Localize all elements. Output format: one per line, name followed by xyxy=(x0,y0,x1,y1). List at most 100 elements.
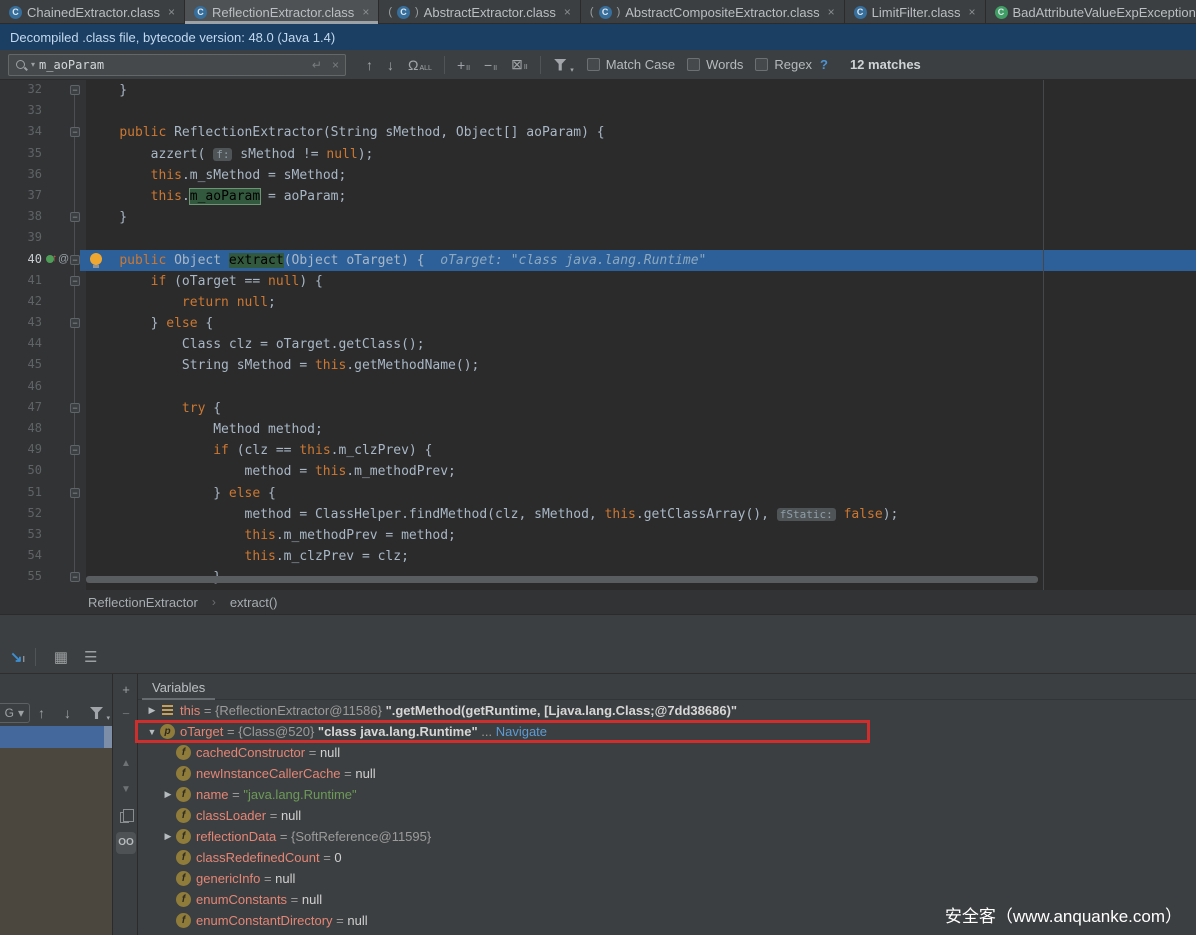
code-line-34[interactable]: 34− public ReflectionExtractor(String sM… xyxy=(0,122,1196,143)
tab-AbstractExtractor.class[interactable]: (C)AbstractExtractor.class× xyxy=(379,0,581,24)
frames-scrollbar[interactable] xyxy=(104,726,112,748)
match-case-checkbox[interactable] xyxy=(587,58,600,71)
add-selection-button[interactable]: +II xyxy=(457,57,470,73)
code-line-47[interactable]: 47− try { xyxy=(0,398,1196,419)
code-line-53[interactable]: 53 this.m_methodPrev = method; xyxy=(0,525,1196,546)
expand-icon[interactable]: ▶ xyxy=(144,705,160,716)
force-step-into-icon[interactable]: ↘I xyxy=(10,648,25,666)
add-watch-icon[interactable]: + xyxy=(113,682,139,697)
frames-filter-icon[interactable] xyxy=(90,707,103,719)
regex-help-icon[interactable]: ? xyxy=(820,57,828,72)
frame-up-icon[interactable]: ↑ xyxy=(38,705,45,721)
variable-row-oTarget[interactable]: ▼poTarget = {Class@520} "class java.lang… xyxy=(138,721,1196,742)
selected-frame-row[interactable] xyxy=(0,726,104,748)
tab-close-icon[interactable]: × xyxy=(168,5,175,19)
expand-icon[interactable]: ▶ xyxy=(160,831,176,842)
fold-marker[interactable]: − xyxy=(70,255,80,265)
code-line-51[interactable]: 51− } else { xyxy=(0,483,1196,504)
search-icon[interactable] xyxy=(15,59,27,71)
navigate-link[interactable]: Navigate xyxy=(496,724,547,739)
code-line-50[interactable]: 50 method = this.m_methodPrev; xyxy=(0,461,1196,482)
tab-close-icon[interactable]: × xyxy=(968,5,975,19)
fold-marker[interactable]: − xyxy=(70,445,80,455)
breadcrumb-method[interactable]: extract() xyxy=(230,595,278,610)
code-line-33[interactable]: 33 xyxy=(0,101,1196,122)
newline-icon[interactable]: ↵ xyxy=(312,58,322,72)
thread-dropdown[interactable]: G ▾ xyxy=(0,703,30,723)
code-line-38[interactable]: 38− } xyxy=(0,207,1196,228)
move-watch-down-icon[interactable]: ▼ xyxy=(113,784,139,795)
tab-variables[interactable]: Variables xyxy=(142,674,215,700)
fold-marker[interactable]: − xyxy=(70,572,80,582)
code-line-40[interactable]: 40↑@− public Object extract(Object oTarg… xyxy=(0,250,1196,271)
remove-watch-icon[interactable]: − xyxy=(113,706,139,721)
code-line-52[interactable]: 52 method = ClassHelper.findMethod(clz, … xyxy=(0,504,1196,525)
code-line-41[interactable]: 41− if (oTarget == null) { xyxy=(0,271,1196,292)
code-segment: else xyxy=(166,316,197,331)
variable-row-newInstanceCallerCache[interactable]: fnewInstanceCallerCache = null xyxy=(138,763,1196,784)
code-line-48[interactable]: 48 Method method; xyxy=(0,419,1196,440)
show-watches-icon[interactable]: OO xyxy=(116,832,136,854)
breadcrumb-class[interactable]: ReflectionExtractor xyxy=(88,595,198,610)
layout-grid-icon[interactable]: ▦ xyxy=(54,648,68,666)
move-watch-up-icon[interactable]: ▲ xyxy=(113,758,139,769)
intention-bulb-icon[interactable] xyxy=(90,253,102,265)
code-line-54[interactable]: 54 this.m_clzPrev = clz; xyxy=(0,546,1196,567)
variable-row-reflectionData[interactable]: ▶freflectionData = {SoftReference@11595} xyxy=(138,826,1196,847)
variable-row-classLoader[interactable]: fclassLoader = null xyxy=(138,805,1196,826)
code-line-35[interactable]: 35 azzert( f: sMethod != null); xyxy=(0,144,1196,165)
code-line-42[interactable]: 42 return null; xyxy=(0,292,1196,313)
clear-search-icon[interactable]: × xyxy=(332,58,339,72)
code-line-37[interactable]: 37 this.m_aoParam = aoParam; xyxy=(0,186,1196,207)
code-line-49[interactable]: 49− if (clz == this.m_clzPrev) { xyxy=(0,440,1196,461)
horizontal-scrollbar[interactable] xyxy=(86,576,1038,583)
tab-close-icon[interactable]: × xyxy=(362,5,369,19)
variable-row-cachedConstructor[interactable]: fcachedConstructor = null xyxy=(138,742,1196,763)
fold-marker[interactable]: − xyxy=(70,276,80,286)
toggle-selection-button[interactable]: ⊠II xyxy=(511,56,528,73)
code-line-46[interactable]: 46 xyxy=(0,377,1196,398)
variable-row-this[interactable]: ▶this = {ReflectionExtractor@11586} ".ge… xyxy=(138,700,1196,721)
next-occurrence-button[interactable]: ↓ xyxy=(387,57,394,73)
frame-down-icon[interactable]: ↓ xyxy=(64,705,71,721)
words-checkbox[interactable] xyxy=(687,58,700,71)
tab-BadAttributeValueExpException.java[interactable]: CBadAttributeValueExpException.java× xyxy=(986,0,1196,24)
variable-row-classRedefinedCount[interactable]: fclassRedefinedCount = 0 xyxy=(138,847,1196,868)
parameter-icon: p xyxy=(160,724,175,739)
fold-marker[interactable]: − xyxy=(70,127,80,137)
previous-occurrence-button[interactable]: ↑ xyxy=(366,57,373,73)
search-history-caret-icon[interactable]: ▾ xyxy=(31,60,35,69)
tab-AbstractCompositeExtractor.class[interactable]: (C)AbstractCompositeExtractor.class× xyxy=(581,0,845,24)
variable-row-genericInfo[interactable]: fgenericInfo = null xyxy=(138,868,1196,889)
code-line-44[interactable]: 44 Class clz = oTarget.getClass(); xyxy=(0,334,1196,355)
fold-marker[interactable]: − xyxy=(70,318,80,328)
code-editor[interactable]: 32− }3334− public ReflectionExtractor(St… xyxy=(0,80,1196,590)
code-line-43[interactable]: 43− } else { xyxy=(0,313,1196,334)
collapse-icon[interactable]: ▼ xyxy=(144,727,160,737)
view-options-icon[interactable]: ☰ xyxy=(84,648,97,666)
variable-row-name[interactable]: ▶fname = "java.lang.Runtime" xyxy=(138,784,1196,805)
code-line-32[interactable]: 32− } xyxy=(0,80,1196,101)
copy-icon[interactable] xyxy=(120,812,129,823)
tab-close-icon[interactable]: × xyxy=(828,5,835,19)
tab-LimitFilter.class[interactable]: CLimitFilter.class× xyxy=(845,0,986,24)
code-line-39[interactable]: 39 xyxy=(0,228,1196,249)
tab-ChainedExtractor.class[interactable]: CChainedExtractor.class× xyxy=(0,0,185,24)
regex-checkbox[interactable] xyxy=(755,58,768,71)
tab-ReflectionExtractor.class[interactable]: CReflectionExtractor.class× xyxy=(185,0,379,24)
remove-selection-button[interactable]: −II xyxy=(484,57,497,73)
fold-marker[interactable]: − xyxy=(70,403,80,413)
select-all-occurrences-button[interactable]: ΩALL xyxy=(408,57,432,73)
search-filter-icon[interactable] xyxy=(554,59,567,71)
search-query-text[interactable]: m_aoParam xyxy=(39,58,308,72)
code-line-36[interactable]: 36 this.m_sMethod = sMethod; xyxy=(0,165,1196,186)
code-line-45[interactable]: 45 String sMethod = this.getMethodName()… xyxy=(0,355,1196,376)
fold-marker[interactable]: − xyxy=(70,488,80,498)
code-segment: Object xyxy=(166,253,229,268)
search-input[interactable]: ▾ m_aoParam ↵ × xyxy=(8,54,346,76)
tab-close-icon[interactable]: × xyxy=(564,5,571,19)
fold-marker[interactable]: − xyxy=(70,85,80,95)
fold-marker[interactable]: − xyxy=(70,212,80,222)
line-number: 49 xyxy=(2,442,42,456)
expand-icon[interactable]: ▶ xyxy=(160,789,176,800)
